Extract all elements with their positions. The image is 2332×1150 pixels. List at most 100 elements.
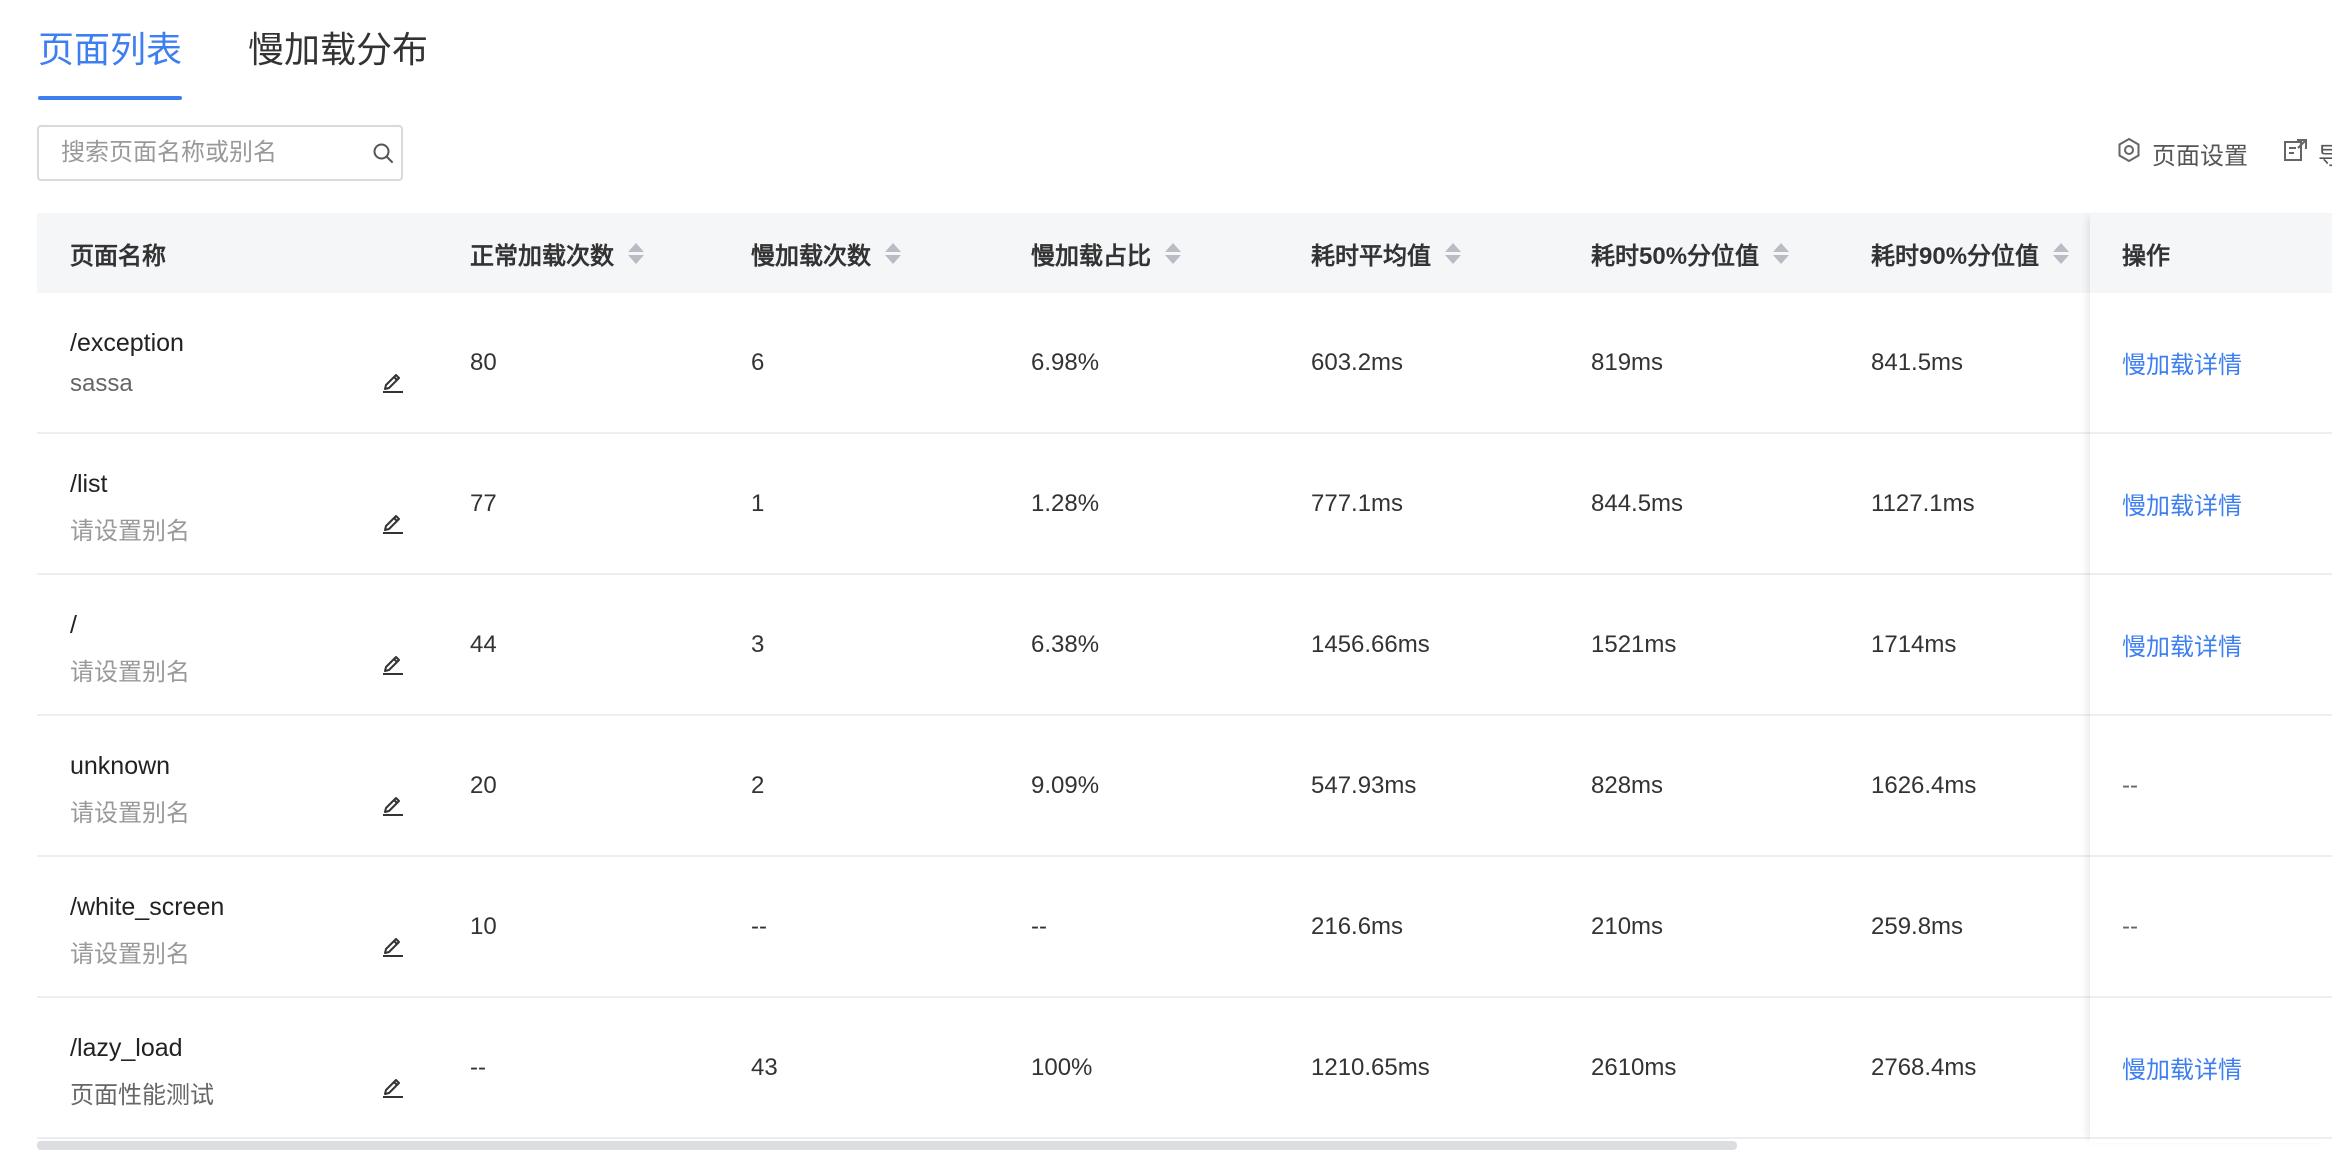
sort-icon[interactable]	[885, 242, 901, 264]
tab-page-list[interactable]: 页面列表	[38, 0, 183, 100]
page-alias: 请设置别名	[70, 800, 190, 827]
page-alias: sassa	[70, 370, 133, 397]
page-name: /exception	[70, 329, 184, 357]
table-body: /exception sassa 80 6 6.98% 603.2ms 819ms 841.5…	[37, 293, 2332, 1139]
cell-slow-ratio: --	[1031, 912, 1047, 940]
cell-page-name: / 请设置别名	[70, 611, 190, 687]
page-alias: 请设置别名	[70, 518, 190, 545]
cell-normal-loads: 44	[470, 630, 497, 658]
sort-icon[interactable]	[628, 242, 644, 264]
table-row: / 请设置别名 44 3 6.38% 1456.66ms 1521ms 1714ms 慢加载详情	[37, 575, 2332, 716]
page-name: /white_screen	[70, 893, 225, 921]
search-input[interactable]	[39, 127, 371, 179]
slow-load-details-link[interactable]: 慢加载详情	[2122, 627, 2242, 662]
cell-slow-loads: 43	[751, 1053, 778, 1081]
column-p90-time[interactable]: 耗时90%分位值	[1871, 213, 2070, 293]
cell-p50-time: 828ms	[1591, 771, 1664, 799]
page-name: /lazy_load	[70, 1034, 183, 1062]
cell-avg-time: 547.93ms	[1311, 771, 1417, 799]
edit-alias-icon[interactable]	[380, 508, 406, 534]
column-page-name: 页面名称	[70, 242, 166, 270]
sort-icon[interactable]	[1445, 242, 1461, 264]
cell-avg-time: 777.1ms	[1311, 489, 1404, 517]
cell-page-name: /lazy_load 页面性能测试	[70, 1034, 214, 1110]
cell-p50-time: 2610ms	[1591, 1053, 1677, 1081]
column-p50-time[interactable]: 耗时50%分位值	[1591, 213, 1790, 293]
sort-icon[interactable]	[1165, 242, 1181, 264]
cell-p50-time: 1521ms	[1591, 630, 1677, 658]
slow-load-details-link[interactable]: 慢加载详情	[2122, 345, 2242, 380]
column-actions: 操作	[2122, 242, 2170, 270]
table-row: /lazy_load 页面性能测试 -- 43 100% 1210.65ms 2610ms 2…	[37, 998, 2332, 1139]
slow-load-details-link[interactable]: 慢加载详情	[2122, 486, 2242, 521]
cell-page-name: unknown 请设置别名	[70, 752, 190, 828]
settings-icon	[2116, 137, 2152, 170]
cell-normal-loads: 80	[470, 348, 497, 376]
page-table: 页面名称 正常加载次数 慢加载次数 慢加载占比 耗时平均值 耗时50%分位值 耗…	[37, 213, 2332, 1139]
edit-alias-icon[interactable]	[380, 649, 406, 675]
column-slow-loads[interactable]: 慢加载次数	[751, 213, 901, 293]
table-row: /white_screen 请设置别名 10 -- -- 216.6ms 210ms 259.…	[37, 857, 2332, 998]
cell-slow-loads: 3	[751, 630, 765, 658]
cell-slow-loads: 6	[751, 348, 765, 376]
cell-actions: 慢加载详情	[2122, 575, 2242, 714]
cell-p50-time: 819ms	[1591, 348, 1664, 376]
search-icon[interactable]	[371, 141, 395, 165]
table-header: 页面名称 正常加载次数 慢加载次数 慢加载占比 耗时平均值 耗时50%分位值 耗…	[37, 213, 2332, 293]
cell-p90-time: 259.8ms	[1871, 912, 1964, 940]
action-empty: --	[2122, 912, 2138, 940]
export-button[interactable]: 导	[2282, 136, 2332, 171]
tab-bar: 页面列表 慢加载分布	[38, 0, 494, 100]
cell-p90-time: 1127.1ms	[1871, 489, 1975, 517]
page-name: /list	[70, 470, 108, 498]
sort-icon[interactable]	[2053, 242, 2070, 264]
page-settings-button[interactable]: 页面设置	[2116, 136, 2248, 171]
cell-actions: 慢加载详情	[2122, 293, 2242, 432]
cell-slow-ratio: 6.38%	[1031, 630, 1100, 658]
cell-page-name: /white_screen 请设置别名	[70, 893, 224, 969]
edit-alias-icon[interactable]	[380, 790, 406, 816]
cell-p50-time: 844.5ms	[1591, 489, 1684, 517]
cell-actions: 慢加载详情	[2122, 998, 2242, 1137]
cell-slow-ratio: 6.98%	[1031, 348, 1100, 376]
page-alias: 页面性能测试	[70, 1082, 214, 1109]
cell-normal-loads: 10	[470, 912, 497, 940]
slow-load-details-link[interactable]: 慢加载详情	[2122, 1050, 2242, 1085]
tab-slow-load-distribution[interactable]: 慢加载分布	[248, 0, 428, 100]
cell-actions: 慢加载详情	[2122, 434, 2242, 573]
cell-p90-time: 1626.4ms	[1871, 771, 1977, 799]
table-row: unknown 请设置别名 20 2 9.09% 547.93ms 828ms 1626.4m…	[37, 716, 2332, 857]
column-normal-loads[interactable]: 正常加载次数	[470, 213, 644, 293]
column-avg-time[interactable]: 耗时平均值	[1311, 213, 1461, 293]
page-name: unknown	[70, 752, 171, 780]
page-alias: 请设置别名	[70, 941, 190, 968]
cell-p90-time: 841.5ms	[1871, 348, 1964, 376]
cell-avg-time: 603.2ms	[1311, 348, 1404, 376]
page-alias: 请设置别名	[70, 659, 190, 686]
search-box	[37, 125, 403, 181]
cell-page-name: /exception sassa	[70, 329, 184, 398]
action-empty: --	[2122, 771, 2138, 799]
cell-normal-loads: 20	[470, 771, 497, 799]
cell-actions: --	[2122, 857, 2138, 996]
sort-icon[interactable]	[1773, 242, 1790, 264]
toolbar: 页面设置 导	[2116, 136, 2332, 170]
cell-page-name: /list 请设置别名	[70, 470, 190, 546]
cell-p90-time: 1714ms	[1871, 630, 1957, 658]
edit-alias-icon[interactable]	[380, 1072, 406, 1098]
edit-alias-icon[interactable]	[380, 367, 406, 393]
edit-alias-icon[interactable]	[380, 931, 406, 957]
cell-slow-loads: 1	[751, 489, 765, 517]
export-label: 导	[2318, 142, 2332, 170]
column-slow-ratio[interactable]: 慢加载占比	[1031, 213, 1181, 293]
cell-normal-loads: 77	[470, 489, 497, 517]
table-row: /list 请设置别名 77 1 1.28% 777.1ms 844.5ms 1127.1ms…	[37, 434, 2332, 575]
cell-slow-ratio: 9.09%	[1031, 771, 1100, 799]
cell-actions: --	[2122, 716, 2138, 855]
page-name: /	[70, 611, 77, 639]
cell-slow-ratio: 1.28%	[1031, 489, 1100, 517]
cell-slow-loads: --	[751, 912, 767, 940]
cell-avg-time: 1456.66ms	[1311, 630, 1430, 658]
cell-avg-time: 216.6ms	[1311, 912, 1404, 940]
horizontal-scrollbar[interactable]	[37, 1141, 1737, 1150]
